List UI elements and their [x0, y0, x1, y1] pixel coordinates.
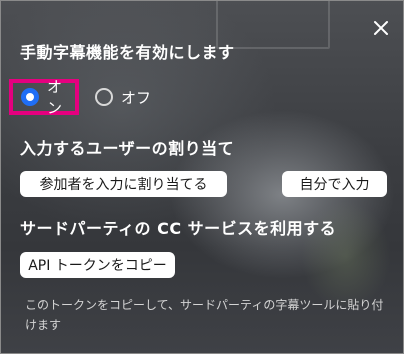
radio-checked-icon — [21, 88, 39, 106]
captions-dialog: 手動字幕機能を有効にします オン オフ 入力するユーザーの割り当て 参加者を入力… — [0, 0, 404, 354]
assign-typist-heading: 入力するユーザーの割り当て — [20, 139, 235, 158]
close-button[interactable] — [370, 17, 392, 39]
api-token-description: このトークンをコピーして、サードパーティの字幕ツールに貼り付けます — [25, 298, 384, 332]
type-yourself-button[interactable]: 自分で入力 — [282, 171, 387, 197]
dialog-content: 手動字幕機能を有効にします オン オフ 入力するユーザーの割り当て 参加者を入力… — [1, 1, 403, 353]
radio-unchecked-icon — [95, 88, 113, 106]
radio-on-label: オン — [47, 78, 63, 117]
radio-off[interactable]: オフ — [95, 79, 151, 115]
manual-captions-heading: 手動字幕機能を有効にします — [20, 43, 235, 62]
third-party-cc-heading: サードパーティの CC サービスを利用する — [20, 219, 337, 238]
radio-off-label: オフ — [121, 88, 152, 107]
radio-on[interactable]: オン — [9, 78, 79, 117]
assign-participant-button[interactable]: 参加者を入力に割り当てる — [20, 171, 227, 197]
close-icon — [374, 21, 388, 35]
copy-api-token-button[interactable]: API トークンをコピー — [20, 252, 175, 278]
manual-captions-radio-group: オン オフ — [1, 78, 403, 117]
